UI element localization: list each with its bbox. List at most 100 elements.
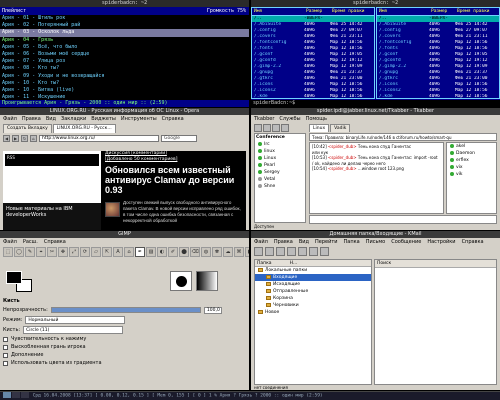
back-icon[interactable]: ◀ — [3, 134, 10, 142]
roster-contact[interactable]: Irc — [255, 141, 305, 148]
playlist-track[interactable]: Ария - 10 - Битва (live) — [0, 87, 249, 94]
tool-icon[interactable]: ☁ — [223, 247, 233, 257]
tool-icon[interactable]: ⬤ — [179, 247, 189, 257]
browser-tab[interactable]: Создать Вкладку — [3, 124, 52, 133]
checkbox-icon[interactable] — [3, 352, 8, 358]
status-icon[interactable] — [263, 124, 271, 132]
menu-item[interactable]: Закладки — [61, 115, 86, 123]
tool-icon[interactable]: ◯ — [14, 247, 24, 257]
playlist-track[interactable]: Ария - 04 - Грязь — [0, 37, 249, 44]
occupant[interactable]: akel — [447, 143, 496, 150]
ibm-banner[interactable]: Новые материалы на IBM developerWorks — [3, 203, 101, 230]
workspace-1[interactable] — [3, 392, 11, 398]
menu-item[interactable]: Папка — [344, 238, 360, 246]
workspace-3[interactable] — [21, 392, 29, 398]
forward-icon[interactable] — [287, 247, 296, 256]
menu-item[interactable]: Справка — [462, 238, 484, 246]
workspace-2[interactable] — [12, 392, 20, 398]
tool-icon[interactable]: ✾ — [212, 247, 222, 257]
menu-item[interactable]: Перейти — [315, 238, 338, 246]
roster-group[interactable]: Conference — [255, 134, 305, 141]
reload-icon[interactable]: ↻ — [21, 134, 28, 142]
checkbox-icon[interactable] — [3, 344, 8, 350]
menu-item[interactable]: Правка — [22, 115, 41, 123]
print-icon[interactable] — [309, 247, 318, 256]
checkbox-icon[interactable] — [3, 336, 8, 342]
playlist-track[interactable]: Ария - 03 - Осколок льда — [0, 29, 249, 37]
checkbox-icon[interactable] — [3, 360, 8, 366]
menu-item[interactable]: Файл — [3, 238, 17, 246]
foreground-color[interactable] — [6, 271, 22, 284]
menu-item[interactable]: Службы — [279, 115, 300, 123]
message-input[interactable] — [309, 215, 497, 224]
folder-item[interactable]: Входящие — [255, 274, 371, 281]
roster-contact[interactable]: Linux — [255, 155, 305, 162]
chat-tab[interactable]: Vadik — [330, 124, 351, 132]
tool-icon[interactable]: ◐ — [157, 247, 167, 257]
menu-item[interactable]: Файл — [254, 238, 268, 246]
menu-item[interactable]: Справка — [162, 115, 184, 123]
article-headline[interactable]: Обновился всем известный антивирус Clama… — [105, 165, 243, 195]
search-field[interactable]: Поиск — [375, 260, 496, 268]
menu-item[interactable]: Письмо — [366, 238, 386, 246]
tool-icon[interactable]: ⤢ — [69, 247, 79, 257]
folder-item[interactable]: Корзина — [255, 295, 371, 302]
sidebar-nav[interactable]: RSS — [5, 154, 99, 166]
menu-item[interactable]: Справка — [44, 238, 66, 246]
forward-icon[interactable]: ▶ — [12, 134, 19, 142]
tool-icon[interactable]: ⌫ — [190, 247, 200, 257]
roster-contact[interactable]: linux — [255, 148, 305, 155]
tool-icon[interactable]: ✒ — [135, 247, 145, 257]
option-checkbox[interactable]: Дополнение — [3, 351, 246, 359]
tool-icon[interactable]: ✂ — [47, 247, 57, 257]
delete-icon[interactable] — [298, 247, 307, 256]
menu-item[interactable]: Помощь — [306, 115, 327, 123]
tree-column-header[interactable]: Папка — [257, 260, 272, 266]
brush-preview[interactable] — [170, 271, 192, 291]
tool-icon[interactable]: ✎ — [25, 247, 35, 257]
folder-item[interactable]: Локальные папки — [255, 267, 371, 274]
playlist-track[interactable]: Ария - 05 - Всё, что было — [0, 44, 249, 51]
roster-contact[interactable]: Sergey — [255, 169, 305, 176]
roster-contact[interactable]: Vetal — [255, 176, 305, 183]
tool-icon[interactable]: ▱ — [91, 247, 101, 257]
menu-item[interactable]: Расш. — [23, 238, 38, 246]
gradient-preview[interactable] — [196, 271, 218, 291]
playlist-track[interactable]: Ария - 07 - Улица роз — [0, 58, 249, 65]
check-mail-icon[interactable] — [265, 247, 274, 256]
menu-item[interactable]: Виджеты — [91, 115, 116, 123]
roster-contact[interactable]: Shne — [255, 183, 305, 190]
roster-contact[interactable]: Pearl — [255, 162, 305, 169]
occupant[interactable]: erflex — [447, 157, 496, 164]
folder-item[interactable]: Отправленные — [255, 288, 371, 295]
folder-item[interactable]: Исходящие — [255, 281, 371, 288]
option-checkbox[interactable]: Чувствительность к нажиму — [3, 335, 246, 343]
tree-column-header[interactable]: Н... — [290, 260, 298, 266]
home-icon[interactable]: ⌂ — [30, 134, 37, 142]
playlist-track[interactable]: Ария - 09 - Уходи и не возвращайся — [0, 73, 249, 80]
menu-item[interactable]: Файл — [3, 115, 17, 123]
playlist-track[interactable]: Ария - 06 - Возьми моё сердце — [0, 51, 249, 58]
tool-icon[interactable]: ⌂ — [124, 247, 134, 257]
tool-icon[interactable]: ✥ — [58, 247, 68, 257]
menu-item[interactable]: Вид — [46, 115, 56, 123]
tool-icon[interactable]: ⌘ — [234, 247, 244, 257]
mode-select[interactable]: Нормальный — [25, 316, 126, 324]
tool-icon[interactable]: ⌖ — [36, 247, 46, 257]
tool-icon[interactable]: ⬚ — [3, 247, 13, 257]
opacity-value[interactable]: 100,0 — [203, 306, 222, 314]
reply-icon[interactable] — [276, 247, 285, 256]
folder-item[interactable]: Черновики — [255, 302, 371, 309]
occupant[interactable]: vix — [447, 164, 496, 171]
article-link[interactable]: [Добавлено 50 комментариев] — [105, 157, 177, 163]
playlist-track[interactable]: Ария - 02 - Потерянный рай — [0, 22, 249, 29]
join-icon[interactable] — [272, 124, 280, 132]
occupant[interactable]: vik — [447, 171, 496, 178]
tool-icon[interactable]: ◧ — [245, 247, 249, 257]
new-mail-icon[interactable] — [254, 247, 263, 256]
command-line[interactable]: spiderBadcn:~$ — [251, 100, 500, 107]
menu-item[interactable]: Правка — [274, 238, 293, 246]
tool-icon[interactable]: ◍ — [201, 247, 211, 257]
tool-icon[interactable]: A — [113, 247, 123, 257]
menu-item[interactable]: Инструменты — [121, 115, 157, 123]
